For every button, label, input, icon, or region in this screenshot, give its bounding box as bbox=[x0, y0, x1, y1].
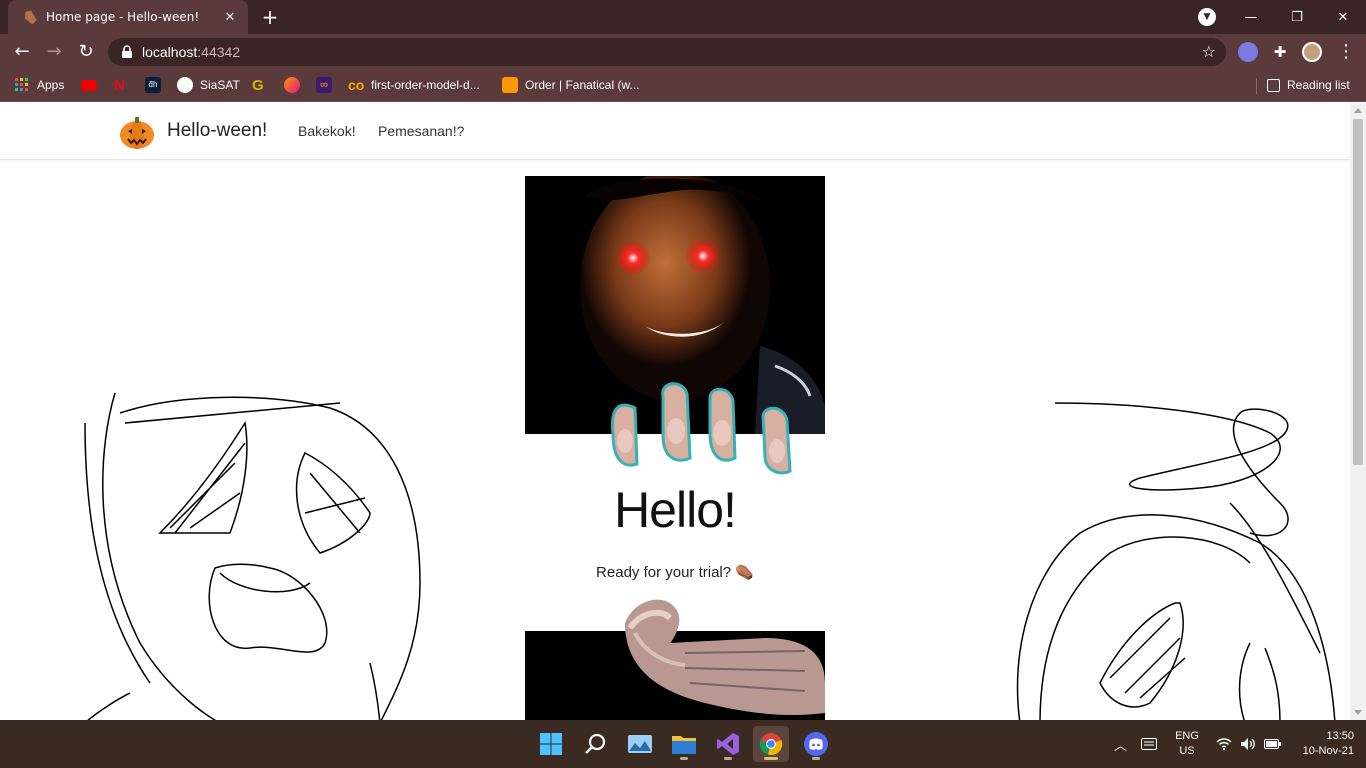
windows-taskbar: ︿ ENG US 13:50 10-Nov-21 bbox=[0, 720, 1366, 768]
scribble-face-sketch bbox=[1016, 402, 1336, 720]
tray-overflow-icon[interactable]: ︿ bbox=[1114, 720, 1127, 768]
bookmark-siasat[interactable]: SiaSAT bbox=[177, 70, 240, 100]
dh-icon: ƌh bbox=[145, 77, 161, 93]
bookmark-infinity[interactable]: ∞ bbox=[316, 70, 339, 100]
coffin-favicon-icon bbox=[24, 10, 37, 25]
nav-link-pemesanan[interactable]: Pemesanan!? bbox=[378, 123, 464, 139]
site-navbar: Hello-ween! Bakekok! Pemesanan!? bbox=[0, 103, 1350, 160]
tab-title: Home page - Hello-ween! bbox=[46, 10, 200, 24]
windows-logo-icon bbox=[540, 733, 562, 755]
youtube-icon bbox=[81, 79, 97, 91]
reload-icon[interactable]: ↻ bbox=[74, 40, 98, 64]
start-button[interactable] bbox=[533, 726, 569, 762]
site-brand[interactable]: Hello-ween! bbox=[167, 120, 267, 142]
bookmark-grammarly[interactable]: G bbox=[252, 70, 275, 100]
browser-tab[interactable]: Home page - Hello-ween! ✕ bbox=[8, 0, 248, 34]
colab-icon: co bbox=[348, 77, 365, 93]
bookmark-firefox[interactable] bbox=[284, 70, 307, 100]
keyboard-icon[interactable] bbox=[1141, 720, 1157, 768]
hero-subtitle: Ready for your trial? ⚰️ bbox=[596, 564, 754, 581]
netflix-icon: N bbox=[114, 77, 125, 94]
menu-kebab-icon[interactable]: ⋮ bbox=[1334, 40, 1358, 64]
taskbar-search-button[interactable] bbox=[578, 726, 614, 762]
bookmark-youtube[interactable] bbox=[81, 70, 104, 100]
back-icon[interactable]: ← bbox=[10, 40, 34, 64]
hero-fist-photo bbox=[525, 599, 825, 720]
minimize-button[interactable]: — bbox=[1228, 0, 1274, 34]
chrome-icon bbox=[759, 733, 783, 755]
scrollbar-thumb[interactable] bbox=[1353, 119, 1363, 465]
battery-icon[interactable] bbox=[1264, 720, 1282, 768]
visual-studio-icon bbox=[717, 733, 739, 755]
extensions-puzzle-icon[interactable]: ✚ bbox=[1270, 42, 1290, 62]
fanatical-icon bbox=[502, 77, 518, 93]
bookmark-star-icon[interactable]: ☆ bbox=[1202, 42, 1216, 61]
scroll-up-icon[interactable] bbox=[1354, 108, 1362, 113]
sad-face-sketch bbox=[84, 392, 421, 720]
window-controls: — ❐ ✕ bbox=[1228, 0, 1366, 34]
taskbar-discord-button[interactable] bbox=[798, 726, 834, 762]
taskbar-chrome-button[interactable] bbox=[753, 726, 789, 762]
pumpkin-icon[interactable] bbox=[118, 113, 156, 151]
photos-icon bbox=[628, 735, 652, 753]
new-tab-button[interactable]: + bbox=[258, 5, 282, 29]
tab-close-icon[interactable]: ✕ bbox=[222, 10, 238, 25]
hero-title: Hello! bbox=[614, 482, 737, 538]
globe-icon bbox=[177, 77, 193, 93]
forward-icon[interactable]: → bbox=[42, 40, 66, 64]
infinity-icon: ∞ bbox=[316, 77, 332, 93]
bookmark-dh[interactable]: ƌh bbox=[145, 70, 168, 100]
taskbar-photos-button[interactable] bbox=[622, 726, 658, 762]
discord-icon bbox=[804, 732, 828, 756]
grammarly-icon: G bbox=[252, 77, 264, 94]
scroll-down-icon[interactable] bbox=[1354, 710, 1362, 715]
apps-grid-icon bbox=[15, 78, 28, 91]
taskbar-explorer-button[interactable] bbox=[666, 726, 702, 762]
wifi-icon[interactable] bbox=[1216, 720, 1232, 768]
browser-toolbar: ← → ↻ localhost:44342 ☆ ✚ ⋮ bbox=[0, 34, 1366, 70]
bookmark-colab[interactable]: co first-order-model-d... bbox=[348, 70, 480, 100]
page-scrollbar[interactable] bbox=[1350, 103, 1366, 720]
search-icon bbox=[585, 733, 606, 754]
lock-icon bbox=[122, 45, 132, 58]
bookmarks-separator bbox=[1256, 78, 1257, 94]
input-language[interactable]: ENG US bbox=[1172, 729, 1202, 759]
profile-avatar[interactable] bbox=[1302, 42, 1322, 62]
hero-creepy-photo bbox=[525, 176, 825, 475]
nav-link-bakekok[interactable]: Bakekok! bbox=[298, 123, 356, 139]
bookmarks-bar: Apps N ƌh SiaSAT G ∞ co first-order-mode… bbox=[0, 70, 1366, 102]
bookmark-apps[interactable]: Apps bbox=[14, 70, 64, 100]
discord-extension-icon[interactable] bbox=[1238, 42, 1258, 62]
maximize-button[interactable]: ❐ bbox=[1274, 0, 1320, 34]
url-text: localhost:44342 bbox=[142, 44, 241, 60]
system-clock[interactable]: 13:50 10-Nov-21 bbox=[1290, 729, 1354, 759]
page-viewport: Hello-ween! Bakekok! Pemesanan!? Hello! … bbox=[0, 103, 1350, 720]
taskbar-visual-studio-button[interactable] bbox=[710, 726, 746, 762]
tab-search-icon[interactable]: ▼ bbox=[1198, 8, 1216, 26]
bookmark-netflix[interactable]: N bbox=[114, 70, 133, 100]
folder-icon bbox=[672, 736, 696, 754]
address-bar[interactable]: localhost:44342 ☆ bbox=[108, 38, 1226, 66]
browser-tabstrip: Home page - Hello-ween! ✕ + ▼ — ❐ ✕ bbox=[0, 0, 1366, 34]
reading-list-button[interactable]: Reading list bbox=[1267, 70, 1350, 100]
volume-icon[interactable] bbox=[1240, 720, 1256, 768]
firefox-icon bbox=[284, 77, 300, 93]
reading-list-icon bbox=[1267, 78, 1280, 92]
close-window-button[interactable]: ✕ bbox=[1320, 0, 1366, 34]
bookmark-fanatical[interactable]: Order | Fanatical (w... bbox=[502, 70, 640, 100]
